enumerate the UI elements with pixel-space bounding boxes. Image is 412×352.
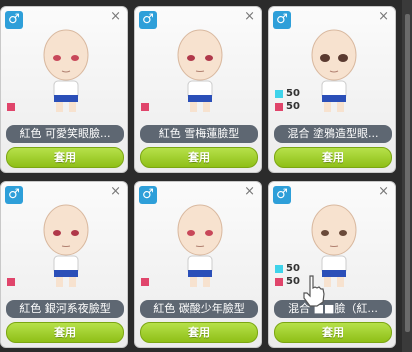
scrollbar-thumb[interactable] [405, 14, 410, 332]
cyan-stat-value: 50 [286, 263, 300, 274]
male-icon: ♂ [139, 11, 157, 29]
face-card[interactable]: ♂ × 紅色 碳酸少年臉型 套用 [134, 181, 262, 348]
red-stat-value: 50 [286, 101, 300, 112]
apply-button[interactable]: 套用 [140, 147, 258, 168]
apply-button[interactable]: 套用 [140, 322, 258, 343]
male-icon: ♂ [5, 11, 23, 29]
item-name-label: 紅色 可愛笑眼臉... [6, 125, 124, 143]
red-stat-square [275, 278, 283, 286]
apply-button[interactable]: 套用 [274, 147, 392, 168]
red-stat-value: 50 [286, 276, 300, 287]
item-name-label: 混合 塗鴉造型眼... [274, 125, 392, 143]
apply-button[interactable]: 套用 [6, 322, 124, 343]
male-icon: ♂ [273, 186, 291, 204]
face-item-grid: ♂ × 紅色 可愛笑眼臉... 套用 ♂ × 紅色 雪梅蓮臉型 套用 ♂ × 5… [0, 0, 412, 352]
item-name-label: 紅色 碳酸少年臉型 [140, 300, 258, 318]
close-icon[interactable]: × [244, 184, 255, 199]
apply-button[interactable]: 套用 [274, 322, 392, 343]
red-stat-square [7, 103, 15, 111]
cyan-stat-value: 50 [286, 88, 300, 99]
male-icon: ♂ [139, 186, 157, 204]
cyan-stat-square [275, 90, 283, 98]
male-icon: ♂ [273, 11, 291, 29]
close-icon[interactable]: × [244, 9, 255, 24]
item-name-label: 紅色 銀河系夜臉型 [6, 300, 124, 318]
close-icon[interactable]: × [378, 9, 389, 24]
character-avatar [43, 29, 89, 112]
red-stat-square [141, 278, 149, 286]
close-icon[interactable]: × [110, 184, 121, 199]
red-stat-square [275, 103, 283, 111]
hand-cursor-icon [303, 275, 325, 307]
face-card[interactable]: ♂ × 紅色 雪梅蓮臉型 套用 [134, 6, 262, 173]
character-avatar [177, 204, 223, 287]
apply-button[interactable]: 套用 [6, 147, 124, 168]
close-icon[interactable]: × [110, 9, 121, 24]
face-card[interactable]: ♂ × 紅色 銀河系夜臉型 套用 [0, 181, 128, 348]
cyan-stat-square [275, 265, 283, 273]
male-icon: ♂ [5, 186, 23, 204]
item-name-label: 紅色 雪梅蓮臉型 [140, 125, 258, 143]
character-avatar [43, 204, 89, 287]
face-card[interactable]: ♂ × 50 50 混合 塗鴉造型眼... 套用 [268, 6, 396, 173]
face-card[interactable]: ♂ × 紅色 可愛笑眼臉... 套用 [0, 6, 128, 173]
character-avatar [177, 29, 223, 112]
close-icon[interactable]: × [378, 184, 389, 199]
face-card[interactable]: ♂ × 50 50 混合 ■■臉（紅... 套用 [268, 181, 396, 348]
character-avatar [311, 29, 357, 112]
red-stat-square [7, 278, 15, 286]
red-stat-square [141, 103, 149, 111]
item-name-label: 混合 ■■臉（紅... [274, 300, 392, 318]
